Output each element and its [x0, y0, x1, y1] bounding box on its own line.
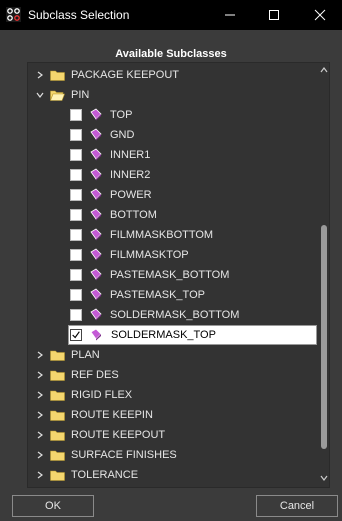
- tree-item-label: FILMMASKTOP: [110, 249, 189, 261]
- tree-item-label: SURFACE FINISHES: [71, 449, 177, 461]
- subclass-diamond-icon: [90, 268, 102, 281]
- subclass-diamond-icon: [90, 288, 102, 301]
- checkbox[interactable]: [70, 309, 82, 321]
- checkbox[interactable]: [70, 209, 82, 221]
- tree-item-soldermask-bottom[interactable]: SOLDERMASK_BOTTOM: [28, 305, 318, 325]
- chevron-right-icon[interactable]: [36, 391, 44, 399]
- title-bar: Subclass Selection: [0, 0, 342, 30]
- folder-icon: [50, 370, 65, 381]
- open-folder-icon: [50, 90, 65, 101]
- tree-item-label: PASTEMASK_BOTTOM: [110, 269, 230, 281]
- chevron-right-icon[interactable]: [36, 431, 44, 439]
- checkbox[interactable]: [70, 189, 82, 201]
- tree-item-label: RIGID FLEX: [71, 389, 133, 401]
- folder-icon: [50, 470, 65, 481]
- tree-folder-ref-des[interactable]: REF DES: [28, 365, 318, 385]
- tree-folder-rigid-flex[interactable]: RIGID FLEX: [28, 385, 318, 405]
- tree-item-label: PASTEMASK_TOP: [110, 289, 205, 301]
- tree-item-top[interactable]: TOP: [28, 105, 318, 125]
- tree-item-label: PLAN: [71, 349, 100, 361]
- folder-icon: [50, 430, 65, 441]
- chevron-right-icon[interactable]: [36, 371, 44, 379]
- checkmark-icon: [72, 331, 80, 339]
- tree-item-label: TOLERANCE: [71, 469, 139, 481]
- folder-icon: [50, 70, 65, 81]
- checkbox[interactable]: [70, 269, 82, 281]
- checkbox-checked[interactable]: [70, 329, 82, 341]
- chevron-right-icon[interactable]: [36, 451, 44, 459]
- window-title: Subclass Selection: [28, 8, 130, 22]
- scroll-down-arrow-icon[interactable]: [319, 474, 329, 482]
- cancel-button[interactable]: Cancel: [256, 495, 338, 517]
- subclass-diamond-icon: [90, 308, 102, 321]
- tree-folder-package-keepout[interactable]: PACKAGE KEEPOUT: [28, 65, 318, 85]
- subclass-diamond-icon: [90, 148, 102, 161]
- tree-folder-route-keepout[interactable]: ROUTE KEEPOUT: [28, 425, 318, 445]
- close-button[interactable]: [298, 0, 342, 30]
- tree-item-label: INNER1: [110, 149, 151, 161]
- subclass-tree[interactable]: PACKAGE KEEPOUT PIN TOP GND INNER1 INNER2 POWE…: [27, 62, 330, 488]
- tree-item-label: PIN: [71, 89, 90, 101]
- tree-item-label: POWER: [110, 189, 152, 201]
- tree-folder-surface-finishes[interactable]: SURFACE FINISHES: [28, 445, 318, 465]
- tree-item-pastemask-top[interactable]: PASTEMASK_TOP: [28, 285, 318, 305]
- checkbox[interactable]: [70, 289, 82, 301]
- checkbox[interactable]: [70, 149, 82, 161]
- subclass-diamond-icon: [90, 108, 102, 121]
- tree-item-label: GND: [110, 129, 135, 141]
- checkbox[interactable]: [70, 249, 82, 261]
- checkbox[interactable]: [70, 169, 82, 181]
- available-subclasses-label: Available Subclasses: [115, 48, 227, 60]
- subclass-diamond-icon: [90, 228, 102, 241]
- subclass-diamond-icon: [90, 248, 102, 261]
- chevron-right-icon[interactable]: [36, 71, 44, 79]
- ok-button[interactable]: OK: [12, 495, 94, 517]
- tree-item-label: BOTTOM: [110, 209, 157, 221]
- subclass-diamond-icon: [90, 208, 102, 221]
- tree-item-soldermask-top[interactable]: SOLDERMASK_TOP: [68, 325, 317, 345]
- folder-icon: [50, 450, 65, 461]
- tree-folder-pin[interactable]: PIN: [28, 85, 318, 105]
- tree-item-label: SOLDERMASK_BOTTOM: [110, 309, 240, 321]
- tree-item-label: SOLDERMASK_TOP: [111, 329, 216, 341]
- chevron-down-icon[interactable]: [36, 91, 44, 99]
- folder-icon: [50, 410, 65, 421]
- tree-item-pastemask-bottom[interactable]: PASTEMASK_BOTTOM: [28, 265, 318, 285]
- tree-item-label: TOP: [110, 109, 133, 121]
- checkbox[interactable]: [70, 129, 82, 141]
- tree-item-power[interactable]: POWER: [28, 185, 318, 205]
- minimize-button[interactable]: [208, 0, 252, 30]
- app-icon: [6, 7, 21, 22]
- chevron-right-icon[interactable]: [36, 471, 44, 479]
- maximize-button[interactable]: [252, 0, 296, 30]
- tree-item-inner2[interactable]: INNER2: [28, 165, 318, 185]
- subclass-diamond-icon: [90, 168, 102, 181]
- tree-item-label: ROUTE KEEPIN: [71, 409, 153, 421]
- tree-item-label: REF DES: [71, 369, 119, 381]
- chevron-right-icon[interactable]: [36, 411, 44, 419]
- chevron-right-icon[interactable]: [36, 351, 44, 359]
- tree-item-filmmasktop[interactable]: FILMMASKTOP: [28, 245, 318, 265]
- tree-item-gnd[interactable]: GND: [28, 125, 318, 145]
- tree-item-label: PACKAGE KEEPOUT: [71, 69, 179, 81]
- subclass-diamond-icon: [90, 128, 102, 141]
- tree-folder-route-keepin[interactable]: ROUTE KEEPIN: [28, 405, 318, 425]
- subclass-diamond-icon: [90, 328, 102, 341]
- tree-folder-tolerance[interactable]: TOLERANCE: [28, 465, 318, 485]
- tree-folder-plan[interactable]: PLAN: [28, 345, 318, 365]
- tree-item-label: FILMMASKBOTTOM: [110, 229, 214, 241]
- folder-icon: [50, 390, 65, 401]
- tree-item-filmmaskbottom[interactable]: FILMMASKBOTTOM: [28, 225, 318, 245]
- scroll-thumb[interactable]: [321, 225, 327, 449]
- scroll-up-arrow-icon[interactable]: [319, 66, 329, 74]
- tree-item-bottom[interactable]: BOTTOM: [28, 205, 318, 225]
- tree-item-label: INNER2: [110, 169, 151, 181]
- tree-item-label: ROUTE KEEPOUT: [71, 429, 166, 441]
- tree-item-inner1[interactable]: INNER1: [28, 145, 318, 165]
- checkbox[interactable]: [70, 229, 82, 241]
- vertical-scrollbar[interactable]: [318, 63, 329, 487]
- folder-icon: [50, 350, 65, 361]
- subclass-diamond-icon: [90, 188, 102, 201]
- checkbox[interactable]: [70, 109, 82, 121]
